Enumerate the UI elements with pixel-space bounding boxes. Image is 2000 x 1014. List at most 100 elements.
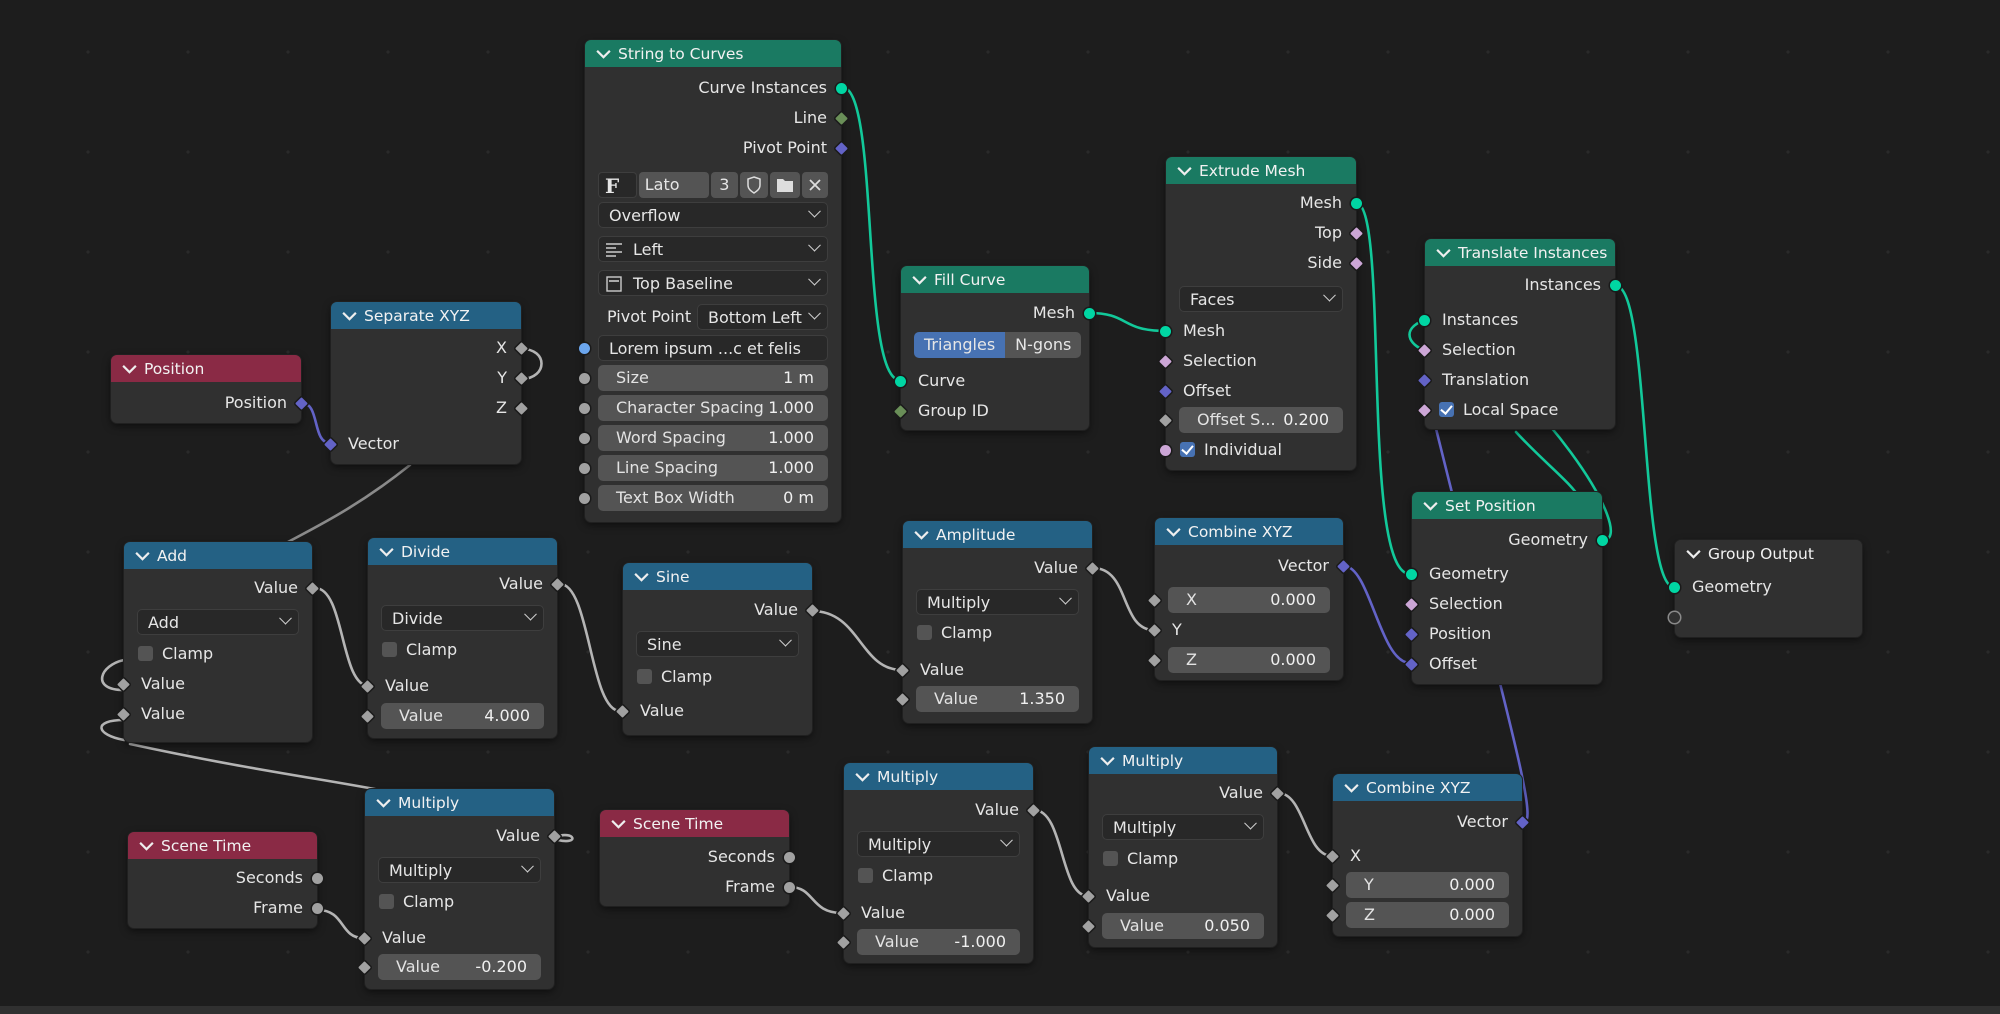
node-header[interactable]: Set Position bbox=[1412, 492, 1602, 519]
collapse-chevron-icon[interactable] bbox=[1099, 755, 1116, 767]
socket-empty[interactable] bbox=[1669, 612, 1680, 623]
operation-dropdown[interactable]: Divide bbox=[381, 605, 544, 631]
text-box-width-field[interactable]: Text Box Width 0 m bbox=[598, 485, 828, 511]
node-position[interactable]: Position Position bbox=[111, 355, 308, 423]
socket-text-box-width[interactable] bbox=[579, 493, 590, 504]
operation-dropdown[interactable]: Add bbox=[137, 609, 299, 635]
socket-position[interactable] bbox=[1405, 628, 1418, 641]
collapse-chevron-icon[interactable] bbox=[378, 546, 395, 558]
node-set-position[interactable]: Set Position Geometry Geometry Selection… bbox=[1405, 492, 1608, 684]
socket-position[interactable] bbox=[295, 397, 308, 410]
font-name-field[interactable]: Lato B... bbox=[638, 172, 709, 220]
socket-word-spacing[interactable] bbox=[579, 433, 590, 444]
collapse-chevron-icon[interactable] bbox=[1435, 247, 1452, 259]
socket-mesh-in[interactable] bbox=[1160, 326, 1171, 337]
socket-instances-in[interactable] bbox=[1419, 315, 1430, 326]
mode-toggle[interactable]: Triangles N-gons bbox=[914, 332, 1082, 358]
node-header[interactable]: Multiply bbox=[365, 789, 554, 816]
socket-value-2[interactable] bbox=[837, 936, 850, 949]
collapse-chevron-icon[interactable] bbox=[1343, 782, 1360, 794]
socket-value-1[interactable] bbox=[896, 664, 909, 677]
clamp-checkbox[interactable] bbox=[138, 646, 153, 661]
z-field[interactable]: Z 0.000 bbox=[1168, 647, 1330, 673]
operation-dropdown[interactable]: Multiply bbox=[916, 589, 1079, 615]
node-header[interactable]: Position bbox=[111, 355, 301, 382]
font-users-count[interactable]: 3 bbox=[710, 172, 738, 198]
operation-dropdown[interactable]: Sine bbox=[636, 631, 799, 657]
socket-group-id[interactable] bbox=[894, 405, 907, 418]
socket-top[interactable] bbox=[1350, 227, 1363, 240]
value-field[interactable]: Value 4.000 bbox=[381, 703, 544, 729]
socket-mesh[interactable] bbox=[1084, 308, 1095, 319]
socket-geometry[interactable] bbox=[1669, 582, 1680, 593]
value-field[interactable]: Value -1.000 bbox=[857, 929, 1020, 955]
line-spacing-field[interactable]: Line Spacing 1.000 bbox=[598, 455, 828, 481]
clamp-checkbox[interactable] bbox=[379, 894, 394, 909]
character-spacing-field[interactable]: Character Spacing 1.000 bbox=[598, 395, 828, 421]
socket-z[interactable] bbox=[1326, 909, 1339, 922]
individual-checkbox[interactable] bbox=[1180, 442, 1195, 457]
collapse-chevron-icon[interactable] bbox=[375, 797, 392, 809]
collapse-chevron-icon[interactable] bbox=[854, 771, 871, 783]
node-add[interactable]: Add Value Add Clamp Value Value bbox=[117, 542, 319, 742]
socket-pivot-point[interactable] bbox=[835, 142, 848, 155]
socket-value-out[interactable] bbox=[551, 578, 564, 591]
socket-curve-instances[interactable] bbox=[836, 83, 847, 94]
overflow-dropdown[interactable]: Overflow bbox=[598, 202, 828, 228]
socket-value-out[interactable] bbox=[548, 830, 561, 843]
node-header[interactable]: Amplitude bbox=[903, 521, 1092, 548]
collapse-chevron-icon[interactable] bbox=[610, 818, 627, 830]
node-header[interactable]: Multiply bbox=[1089, 747, 1277, 774]
x-field[interactable]: X 0.000 bbox=[1168, 587, 1330, 613]
socket-selection[interactable] bbox=[1418, 344, 1431, 357]
socket-instances-out[interactable] bbox=[1610, 280, 1621, 291]
collapse-chevron-icon[interactable] bbox=[1422, 500, 1439, 512]
collapse-chevron-icon[interactable] bbox=[121, 363, 138, 375]
socket-seconds[interactable] bbox=[784, 852, 795, 863]
collapse-chevron-icon[interactable] bbox=[595, 48, 612, 60]
socket-line[interactable] bbox=[835, 112, 848, 125]
collapse-chevron-icon[interactable] bbox=[633, 571, 650, 583]
collapse-chevron-icon[interactable] bbox=[1165, 526, 1182, 538]
clamp-checkbox[interactable] bbox=[917, 625, 932, 640]
collapse-chevron-icon[interactable] bbox=[1685, 548, 1702, 560]
socket-z[interactable] bbox=[515, 402, 528, 415]
close-icon[interactable] bbox=[802, 172, 828, 198]
node-sine[interactable]: Sine Value Sine Clamp Value bbox=[616, 563, 819, 735]
node-header[interactable]: Multiply bbox=[844, 763, 1033, 790]
socket-value-out[interactable] bbox=[1271, 787, 1284, 800]
pivot-point-dropdown[interactable]: Bottom Left bbox=[697, 304, 828, 330]
y-field[interactable]: Y 0.000 bbox=[1346, 872, 1509, 898]
node-header[interactable]: Divide bbox=[368, 538, 557, 565]
socket-value-out[interactable] bbox=[1086, 562, 1099, 575]
node-group-output[interactable]: Group Output Geometry bbox=[1669, 540, 1862, 637]
socket-y[interactable] bbox=[515, 372, 528, 385]
socket-value-2[interactable] bbox=[361, 710, 374, 723]
node-header[interactable]: Fill Curve bbox=[901, 266, 1089, 293]
node-divide[interactable]: Divide Value Divide Clamp Value Value 4.0… bbox=[361, 538, 564, 738]
socket-value-out[interactable] bbox=[1027, 804, 1040, 817]
mode-ngons[interactable]: N-gons bbox=[1005, 332, 1082, 358]
node-header[interactable]: Add bbox=[124, 542, 312, 569]
node-scene-time-1[interactable]: Scene Time Seconds Frame bbox=[128, 832, 323, 928]
fake-user-icon[interactable] bbox=[740, 172, 768, 198]
socket-frame[interactable] bbox=[312, 903, 323, 914]
word-spacing-field[interactable]: Word Spacing 1.000 bbox=[598, 425, 828, 451]
socket-line-spacing[interactable] bbox=[579, 463, 590, 474]
collapse-chevron-icon[interactable] bbox=[138, 840, 155, 852]
socket-x[interactable] bbox=[1148, 594, 1161, 607]
socket-value-1[interactable] bbox=[361, 680, 374, 693]
node-header[interactable]: Combine XYZ bbox=[1333, 774, 1522, 801]
socket-x[interactable] bbox=[1326, 850, 1339, 863]
node-translate-instances[interactable]: Translate Instances Instances Instances … bbox=[1418, 239, 1621, 429]
socket-vector-out[interactable] bbox=[1516, 816, 1529, 829]
socket-translation[interactable] bbox=[1418, 374, 1431, 387]
socket-y[interactable] bbox=[1326, 879, 1339, 892]
node-header[interactable]: Sine bbox=[623, 563, 812, 590]
clamp-checkbox[interactable] bbox=[1103, 851, 1118, 866]
socket-offset-scale[interactable] bbox=[1159, 414, 1172, 427]
node-header[interactable]: Scene Time bbox=[128, 832, 317, 859]
socket-mesh-out[interactable] bbox=[1351, 198, 1362, 209]
socket-geometry-in[interactable] bbox=[1406, 569, 1417, 580]
node-header[interactable]: Combine XYZ bbox=[1155, 518, 1343, 545]
